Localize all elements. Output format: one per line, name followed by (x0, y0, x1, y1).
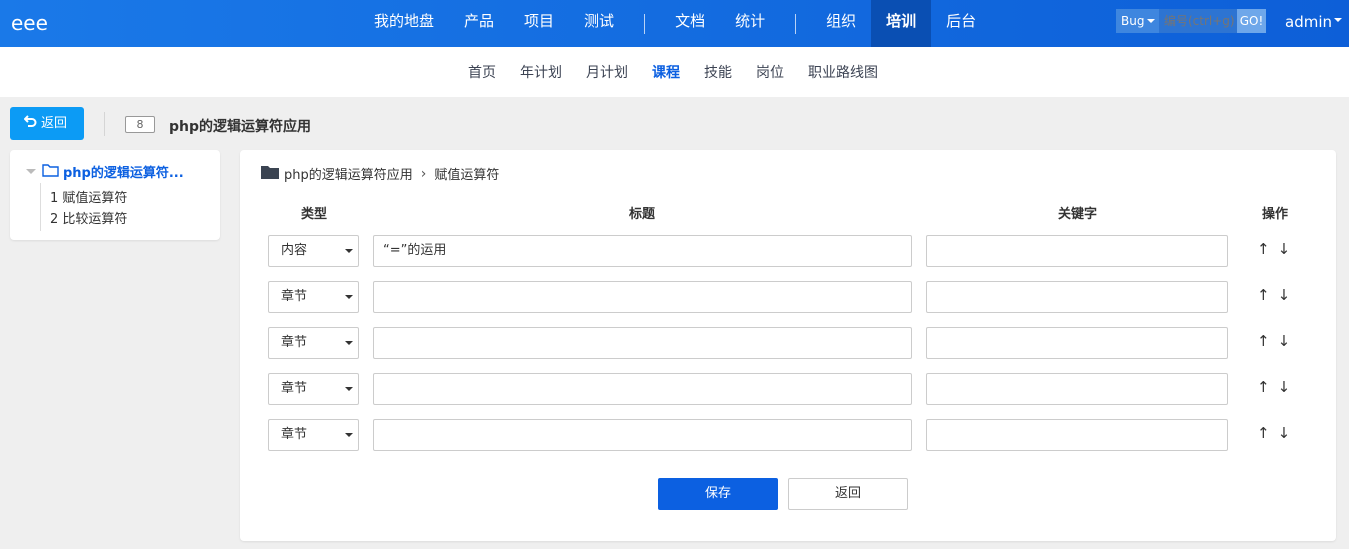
table-row: 章节 ↑ ↓ (240, 281, 1336, 313)
tree-guide-line (40, 183, 41, 231)
chevron-down-icon (345, 341, 353, 349)
table-row: 章节 ↑ ↓ (240, 419, 1336, 451)
breadcrumb: php的逻辑运算符应用 › 赋值运算符 (261, 164, 499, 183)
breadcrumb-parent[interactable]: php的逻辑运算符应用 (284, 164, 413, 183)
title-input[interactable] (373, 419, 912, 451)
nav-doc[interactable]: 文档 (660, 0, 720, 47)
folder-icon (261, 164, 279, 183)
header-divider (104, 112, 105, 136)
sub-navbar: 首页 年计划 月计划 课程 技能 岗位 职业路线图 (0, 47, 1349, 97)
table-row: 章节 ↑ ↓ (240, 327, 1336, 359)
table-row: 内容 “=”的运用 ↑ ↓ (240, 235, 1336, 267)
top-navbar: eee 我的地盘 产品 项目 测试 文档 统计 组织 培训 后台 Bug GO!… (0, 0, 1349, 47)
breadcrumb-current: 赋值运算符 (434, 168, 500, 183)
keyword-input[interactable] (926, 373, 1228, 405)
arrow-down-icon[interactable]: ↓ (1278, 286, 1291, 304)
type-select[interactable]: 章节 (268, 419, 359, 451)
chevron-down-icon (345, 295, 353, 303)
arrow-up-icon[interactable]: ↑ (1257, 240, 1270, 258)
title-input[interactable] (373, 281, 912, 313)
tree-item[interactable]: 2 比较运算符 (50, 208, 127, 227)
keyword-input[interactable] (926, 327, 1228, 359)
chapter-tree: php的逻辑运算符... 1 赋值运算符 2 比较运算符 (10, 150, 220, 240)
quick-search: Bug GO! (1116, 9, 1266, 33)
chevron-down-icon (1334, 18, 1342, 26)
nav-product[interactable]: 产品 (449, 0, 509, 47)
nav-divider (644, 13, 646, 34)
chapter-editor: php的逻辑运算符应用 › 赋值运算符 类型 标题 关键字 操作 内容 “=”的… (240, 150, 1336, 541)
arrow-up-icon[interactable]: ↑ (1257, 424, 1270, 442)
nav-company[interactable]: 组织 (811, 0, 871, 47)
arrow-down-icon[interactable]: ↓ (1278, 424, 1291, 442)
arrow-up-icon[interactable]: ↑ (1257, 286, 1270, 304)
nav-report[interactable]: 统计 (720, 0, 780, 47)
column-header-keyword: 关键字 (1058, 207, 1098, 222)
type-select[interactable]: 内容 (268, 235, 359, 267)
chevron-down-icon (345, 249, 353, 257)
main-nav: 我的地盘 产品 项目 测试 文档 统计 组织 培训 后台 (359, 0, 991, 47)
keyword-input[interactable] (926, 419, 1228, 451)
type-select[interactable]: 章节 (268, 281, 359, 313)
table-row: 章节 ↑ ↓ (240, 373, 1336, 405)
subnav-home[interactable]: 首页 (456, 62, 508, 82)
nav-my[interactable]: 我的地盘 (359, 0, 449, 47)
column-header-ops: 操作 (1262, 207, 1289, 222)
search-type-select[interactable]: Bug (1116, 9, 1159, 33)
title-input[interactable] (373, 327, 912, 359)
cancel-button[interactable]: 返回 (788, 478, 908, 510)
chevron-down-icon (345, 387, 353, 395)
search-input[interactable] (1159, 9, 1237, 33)
collapse-icon[interactable] (26, 169, 36, 179)
tree-root-item[interactable]: php的逻辑运算符... (26, 162, 184, 181)
undo-icon (23, 107, 37, 140)
subnav-career-map[interactable]: 职业路线图 (796, 62, 890, 82)
back-button[interactable]: 返回 (10, 107, 84, 140)
arrow-down-icon[interactable]: ↓ (1278, 332, 1291, 350)
page-title: php的逻辑运算符应用 (169, 119, 312, 135)
chevron-right-icon: › (420, 165, 427, 182)
nav-training[interactable]: 培训 (871, 0, 932, 47)
tree-root-label: php的逻辑运算符... (63, 166, 184, 181)
subnav-month-plan[interactable]: 月计划 (574, 62, 640, 82)
keyword-input[interactable] (926, 235, 1228, 267)
chevron-down-icon (345, 433, 353, 441)
folder-open-icon (42, 163, 59, 181)
back-button-label: 返回 (41, 116, 68, 131)
title-input[interactable]: “=”的运用 (373, 235, 912, 267)
nav-project[interactable]: 项目 (509, 0, 569, 47)
save-button[interactable]: 保存 (658, 478, 778, 510)
user-menu[interactable]: admin (1285, 13, 1342, 31)
arrow-up-icon[interactable]: ↑ (1257, 332, 1270, 350)
column-header-type: 类型 (301, 207, 328, 222)
type-select[interactable]: 章节 (268, 327, 359, 359)
subnav-year-plan[interactable]: 年计划 (508, 62, 574, 82)
column-header-title: 标题 (629, 207, 656, 222)
type-select[interactable]: 章节 (268, 373, 359, 405)
search-go-button[interactable]: GO! (1237, 9, 1266, 33)
subnav-post[interactable]: 岗位 (744, 62, 796, 82)
tree-item[interactable]: 1 赋值运算符 (50, 187, 127, 206)
subnav-skill[interactable]: 技能 (692, 62, 744, 82)
user-name: admin (1285, 13, 1332, 31)
course-id-badge: 8 (125, 116, 155, 133)
arrow-up-icon[interactable]: ↑ (1257, 378, 1270, 396)
arrow-down-icon[interactable]: ↓ (1278, 240, 1291, 258)
keyword-input[interactable] (926, 281, 1228, 313)
title-input[interactable] (373, 373, 912, 405)
brand-logo[interactable]: eee (11, 11, 48, 35)
subnav-course[interactable]: 课程 (640, 62, 692, 82)
nav-test[interactable]: 测试 (569, 0, 629, 47)
arrow-down-icon[interactable]: ↓ (1278, 378, 1291, 396)
nav-divider (795, 13, 797, 34)
nav-admin[interactable]: 后台 (931, 0, 991, 47)
